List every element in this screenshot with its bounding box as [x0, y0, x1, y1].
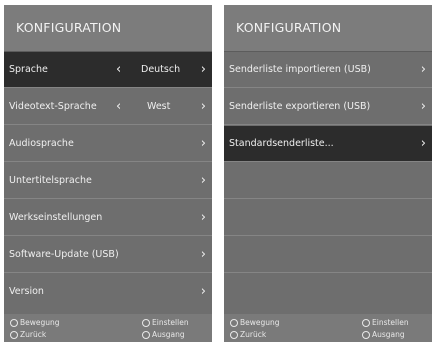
- menu-footer: Bewegung Einstellen Zurück Ausgang: [4, 314, 212, 342]
- chevron-right-icon: ›: [200, 210, 206, 225]
- footer-move: Bewegung: [10, 318, 60, 327]
- menu-item-value: Deutsch: [141, 64, 181, 75]
- footer-back: Zurück: [230, 330, 266, 339]
- chevron-right-icon: ›: [200, 173, 206, 188]
- footer-back: Zurück: [10, 330, 46, 339]
- menu-item-senderliste-importieren[interactable]: Senderliste importieren (USB) ›: [224, 52, 432, 88]
- ok-button-icon: [142, 318, 150, 327]
- empty-row: [224, 274, 432, 310]
- footer-exit: Ausgang: [142, 330, 185, 339]
- back-button-icon: [10, 330, 18, 339]
- menu-item-senderliste-exportieren[interactable]: Senderliste exportieren (USB) ›: [224, 89, 432, 125]
- chevron-right-icon: ›: [420, 136, 426, 151]
- menu-footer: Bewegung Einstellen Zurück Ausgang: [224, 314, 432, 342]
- menu-title: KONFIGURATION: [224, 5, 432, 51]
- menu-item-label: Standardsenderliste...: [229, 138, 334, 149]
- chevron-right-icon: ›: [420, 62, 426, 77]
- menu-item-videotext-sprache[interactable]: Videotext-Sprache ‹ West ›: [4, 89, 212, 125]
- chevron-left-icon[interactable]: ‹: [116, 89, 121, 125]
- back-button-icon: [230, 330, 238, 339]
- empty-row: [224, 200, 432, 236]
- config-menu-right: KONFIGURATION Senderliste importieren (U…: [224, 5, 432, 342]
- chevron-right-icon: ›: [420, 99, 426, 114]
- menu-item-untertitelsprache[interactable]: Untertitelsprache ›: [4, 163, 212, 199]
- exit-button-icon: [362, 330, 370, 339]
- menu-item-label: Senderliste exportieren (USB): [229, 101, 371, 112]
- menu-item-standardsenderliste[interactable]: Standardsenderliste... ›: [224, 126, 432, 162]
- menu-item-label: Videotext-Sprache: [9, 101, 97, 112]
- menu-item-version[interactable]: Version ›: [4, 274, 212, 310]
- config-menu-left: KONFIGURATION Sprache ‹ Deutsch › Videot…: [4, 5, 212, 342]
- menu-item-label: Senderliste importieren (USB): [229, 64, 371, 75]
- exit-button-icon: [142, 330, 150, 339]
- menu-item-audiosprache[interactable]: Audiosprache ›: [4, 126, 212, 162]
- footer-set: Einstellen: [142, 318, 189, 327]
- menu-item-label: Untertitelsprache: [9, 175, 92, 186]
- menu-item-label: Sprache: [9, 64, 48, 75]
- empty-row: [224, 237, 432, 273]
- menu-item-software-update[interactable]: Software-Update (USB) ›: [4, 237, 212, 273]
- chevron-right-icon[interactable]: ›: [201, 52, 206, 88]
- menu-item-value: West: [147, 101, 171, 112]
- menu-item-label: Werkseinstellungen: [9, 212, 103, 223]
- chevron-right-icon[interactable]: ›: [201, 89, 206, 125]
- chevron-right-icon: ›: [200, 247, 206, 262]
- dpad-icon: [230, 318, 238, 327]
- footer-move: Bewegung: [230, 318, 280, 327]
- menu-item-label: Version: [9, 286, 44, 297]
- menu-item-sprache[interactable]: Sprache ‹ Deutsch ›: [4, 52, 212, 88]
- ok-button-icon: [362, 318, 370, 327]
- menu-item-label: Audiosprache: [9, 138, 74, 149]
- dpad-icon: [10, 318, 18, 327]
- footer-set: Einstellen: [362, 318, 409, 327]
- menu-item-label: Software-Update (USB): [9, 249, 119, 260]
- chevron-right-icon: ›: [200, 284, 206, 299]
- footer-exit: Ausgang: [362, 330, 405, 339]
- chevron-left-icon[interactable]: ‹: [116, 52, 121, 88]
- menu-item-werkseinstellungen[interactable]: Werkseinstellungen ›: [4, 200, 212, 236]
- chevron-right-icon: ›: [200, 136, 206, 151]
- menu-title: KONFIGURATION: [4, 5, 212, 51]
- empty-row: [224, 163, 432, 199]
